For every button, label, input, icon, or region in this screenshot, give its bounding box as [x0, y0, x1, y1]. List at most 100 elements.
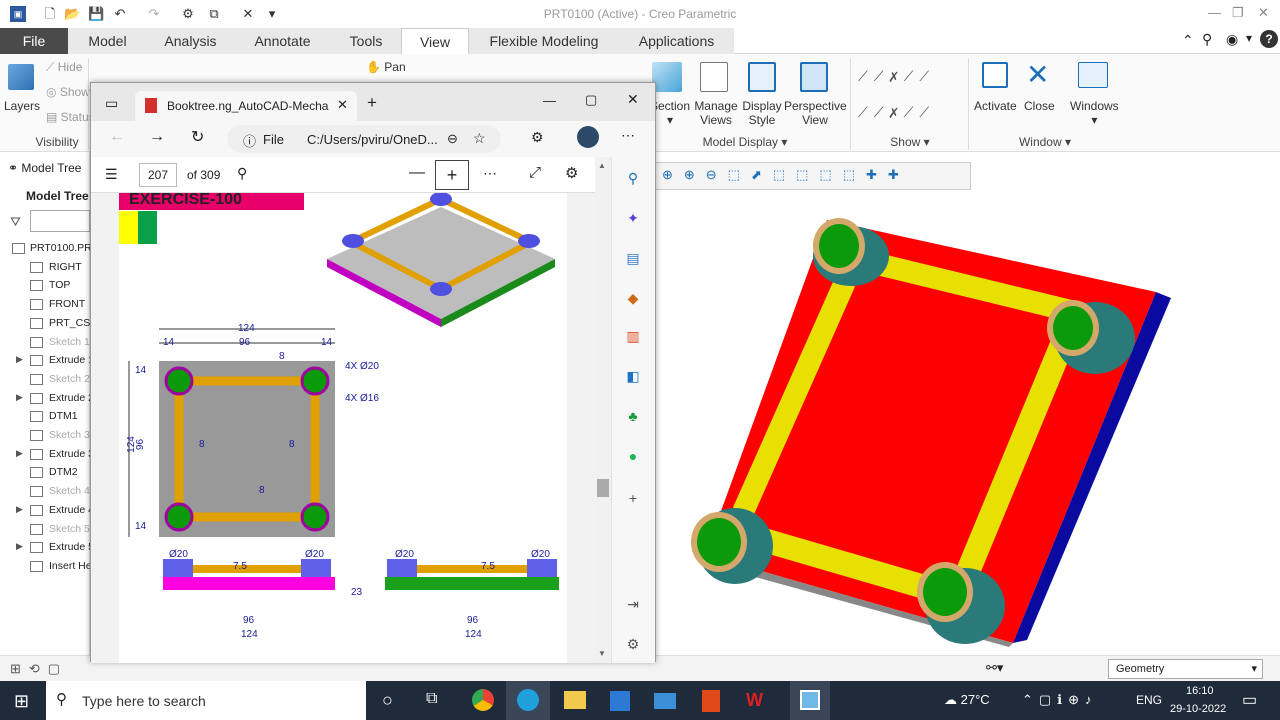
extensions-icon[interactable]: ⚙	[531, 129, 544, 146]
chrome-icon[interactable]	[472, 689, 494, 711]
expand-arrow-icon[interactable]: ▶	[16, 504, 23, 515]
layers-icon[interactable]	[8, 64, 34, 90]
tree-item[interactable]: DTM2	[0, 464, 90, 482]
display-style-icon[interactable]	[748, 62, 776, 92]
hide-sidebar-icon[interactable]: ⇥	[622, 593, 644, 615]
fullscreen-icon[interactable]: ⤢	[529, 164, 541, 181]
new-tab-icon[interactable]: +	[367, 93, 377, 113]
language-indicator[interactable]: ENG	[1136, 693, 1162, 707]
annotation-display-icons[interactable]: ⟋⟋✗⟋⟋	[858, 104, 935, 121]
selection-filter-dropdown[interactable]: Geometry ▾	[1108, 659, 1263, 679]
tree-item[interactable]: ▶ Extrude 3	[0, 446, 90, 464]
expand-arrow-icon[interactable]: ▶	[16, 392, 23, 403]
tree-item[interactable]: Sketch 1	[0, 334, 90, 352]
model-tree-tab[interactable]: ⚭ Model Tree	[8, 161, 81, 175]
search-icon[interactable]: ⚲	[622, 167, 644, 189]
pan-button[interactable]: ✋ Pan	[366, 60, 406, 74]
pdf-settings-icon[interactable]: ⚙	[565, 164, 578, 182]
close-button[interactable]: Close	[1024, 99, 1055, 113]
windows-start-icon[interactable]: ⊞	[14, 691, 29, 712]
sidebar-settings-icon[interactable]: ⚙	[622, 633, 644, 655]
minimize-icon[interactable]: —	[1208, 5, 1221, 20]
windows-icon[interactable]	[1078, 62, 1108, 88]
url-bar[interactable]: ⓘ File C:/Users/pviru/OneD... ⊖ ☆	[227, 125, 501, 153]
activate-button[interactable]: Activate	[974, 99, 1017, 113]
tray-icons[interactable]: ⌃▢ℹ⊕♪	[1022, 692, 1098, 708]
tab-flexible-modeling[interactable]: Flexible Modeling	[469, 28, 619, 54]
pdf-viewport[interactable]: EXERCISE-100 124 96 14 14 8 4X Ø20 4X Ø1…	[91, 193, 611, 663]
view-tool-icons[interactable]: ⊕⊕⊖⬚⬈⬚⬚⬚⬚✚✚	[662, 167, 910, 183]
zoom-out-icon[interactable]: —	[409, 164, 425, 182]
creo-taskbar-button[interactable]	[790, 681, 830, 720]
status-icons[interactable]: ⊞⟲▢	[10, 661, 68, 677]
search-icon[interactable]: ⚲	[1202, 31, 1212, 48]
contents-icon[interactable]: ☰	[105, 166, 118, 183]
spotify-icon[interactable]: ●	[622, 445, 644, 467]
tree-icon[interactable]: ♣	[622, 405, 644, 427]
zoom-in-icon[interactable]: +	[435, 160, 469, 190]
scroll-down-icon[interactable]: ▼	[598, 649, 606, 658]
tree-item[interactable]: ▶ Extrude 2	[0, 390, 90, 408]
scroll-thumb[interactable]	[597, 479, 609, 497]
scroll-up-icon[interactable]: ▲	[598, 161, 606, 170]
expand-arrow-icon[interactable]: ▶	[16, 354, 23, 365]
manage-views-icon[interactable]	[700, 62, 728, 92]
tab-actions-icon[interactable]: ▭	[105, 95, 118, 112]
tab-view[interactable]: View	[401, 28, 469, 54]
wps-icon[interactable]: W	[746, 690, 763, 711]
tools-icon[interactable]: ▤	[622, 247, 644, 269]
office-icon[interactable]	[702, 690, 720, 712]
file-explorer-icon[interactable]	[564, 691, 586, 709]
filter-icon[interactable]: ⛛	[10, 214, 21, 230]
add-sidebar-app-icon[interactable]: +	[622, 487, 644, 509]
hide-button[interactable]: ⟋ Hide	[46, 60, 82, 75]
tree-search-input[interactable]	[30, 210, 90, 232]
refresh-icon[interactable]: ↻	[191, 127, 204, 147]
copilot-icon[interactable]: ✦	[622, 207, 644, 229]
datum-display-icons[interactable]: ⟋⟋✗⟋⟋	[858, 68, 935, 85]
tab-file[interactable]: File	[0, 28, 68, 54]
outlook-icon[interactable]: ◧	[622, 365, 644, 387]
tab-annotate[interactable]: Annotate	[234, 28, 331, 54]
task-view-icon[interactable]: ⧉	[426, 690, 437, 708]
back-icon[interactable]: ←	[109, 128, 125, 146]
expand-arrow-icon[interactable]: ▶	[16, 448, 23, 459]
tab-applications[interactable]: Applications	[619, 28, 734, 54]
tree-item[interactable]: TOP	[0, 277, 90, 295]
binoculars-icon[interactable]: ⚯▾	[986, 660, 1003, 676]
store-icon[interactable]	[610, 691, 630, 711]
clock-time[interactable]: 16:10	[1186, 685, 1214, 697]
tab-analysis[interactable]: Analysis	[147, 28, 234, 54]
community-icon[interactable]: ◉	[1226, 31, 1238, 48]
tree-item[interactable]: Sketch 4	[0, 483, 90, 501]
favorite-icon[interactable]: ☆	[473, 130, 486, 147]
more-menu-icon[interactable]: ⋯	[621, 127, 635, 144]
dropdown-icon[interactable]: ▾	[1246, 31, 1252, 45]
perspective-view-button[interactable]: Perspective View	[784, 99, 847, 127]
help-icon[interactable]: ?	[1260, 30, 1278, 48]
taskbar-search-box[interactable]: ⚲ Type here to search	[46, 681, 366, 720]
more-tools-icon[interactable]: ⋯	[483, 165, 497, 182]
tree-item[interactable]: Insert Here	[0, 558, 90, 576]
maximize-icon[interactable]: ❐	[1232, 5, 1244, 21]
perspective-view-icon[interactable]	[800, 62, 828, 92]
close-tab-icon[interactable]: ✕	[337, 97, 348, 113]
expand-arrow-icon[interactable]: ▶	[16, 541, 23, 552]
avatar[interactable]	[577, 126, 599, 148]
zoom-icon[interactable]: ⊖	[447, 131, 458, 147]
section-icon[interactable]	[652, 62, 682, 92]
show-button[interactable]: ◎ Show	[46, 85, 90, 99]
browser-minimize-icon[interactable]: —	[543, 93, 556, 108]
section-button[interactable]: Section ▾	[650, 99, 690, 127]
pdf-scrollbar[interactable]: ▲ ▼	[595, 157, 611, 663]
layers-button[interactable]: Layers	[4, 99, 40, 113]
collapse-ribbon-icon[interactable]: ⌃	[1182, 32, 1194, 49]
tree-item[interactable]: ▶ Extrude 1	[0, 352, 90, 370]
tree-item[interactable]: Sketch 2	[0, 371, 90, 389]
graphics-area[interactable]: ⊕⊕⊖⬚⬈⬚⬚⬚⬚✚✚	[655, 152, 1280, 655]
browser-close-icon[interactable]: ✕	[627, 91, 639, 108]
tab-model[interactable]: Model	[68, 28, 147, 54]
tree-item[interactable]: Sketch 5	[0, 521, 90, 539]
cortana-icon[interactable]: ○	[382, 690, 393, 711]
tree-item[interactable]: RIGHT	[0, 259, 90, 277]
